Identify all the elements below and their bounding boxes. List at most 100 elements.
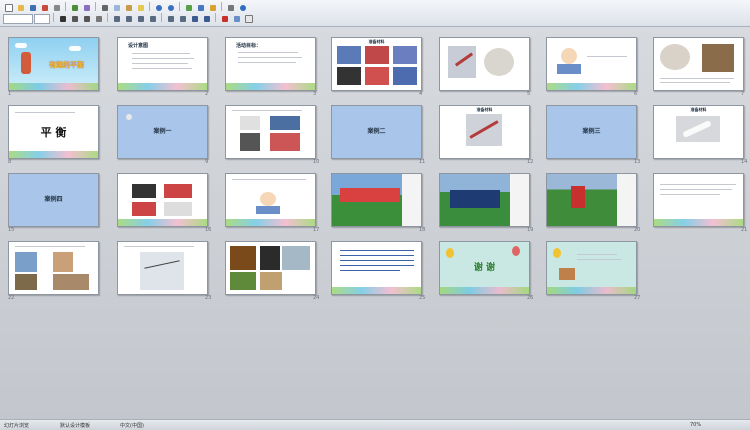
zoom-level[interactable]: 70%: [690, 422, 701, 428]
insert-picture-icon[interactable]: [207, 2, 218, 13]
slide-thumbnail[interactable]: [225, 105, 316, 159]
underline-icon[interactable]: [81, 13, 92, 24]
slide-number: 21: [741, 227, 748, 233]
new-slide-icon[interactable]: [243, 13, 254, 24]
slide-thumbnail[interactable]: 平 衡: [8, 105, 99, 159]
permission-icon[interactable]: [39, 2, 50, 13]
redo-icon[interactable]: [165, 2, 176, 13]
slide-thumbnail[interactable]: 案例二: [331, 105, 422, 159]
slide-thumbnail[interactable]: [546, 241, 637, 295]
slide-title: 准备材料: [368, 39, 385, 44]
paste-icon[interactable]: [123, 2, 134, 13]
design-icon[interactable]: [231, 13, 242, 24]
slide-number: 16: [205, 227, 212, 233]
slide-number: 18: [419, 227, 426, 233]
italic-icon[interactable]: [69, 13, 80, 24]
slide-number: 13: [634, 159, 641, 165]
help-icon[interactable]: [237, 2, 248, 13]
slide-number: 20: [634, 227, 641, 233]
slide-thumbnail[interactable]: 准备材料: [331, 37, 422, 91]
slide-title: 案例一: [153, 128, 172, 135]
slide-thumbnail[interactable]: [546, 173, 637, 227]
slide-number: 11: [419, 159, 426, 165]
decrease-font-icon[interactable]: [201, 13, 212, 24]
align-left-icon[interactable]: [111, 13, 122, 24]
slide-number: 5: [527, 91, 531, 97]
slide-title: 谢 谢: [473, 263, 496, 273]
slide-number: 12: [527, 159, 534, 165]
slide-thumbnail[interactable]: [225, 173, 316, 227]
slide-number: 24: [313, 295, 320, 301]
status-template: 默认设计模板: [60, 423, 91, 429]
slide-thumbnail[interactable]: 设计意图: [117, 37, 208, 91]
font-name-box[interactable]: [3, 14, 33, 24]
font-color-icon[interactable]: [219, 13, 230, 24]
slide-number: 9: [205, 159, 209, 165]
slide-number: 15: [8, 227, 15, 233]
new-icon[interactable]: [3, 2, 14, 13]
font-size-box[interactable]: [34, 14, 50, 24]
cut-icon[interactable]: [99, 2, 110, 13]
slide-number: 10: [313, 159, 320, 165]
slide-title: 活动目标：: [236, 43, 262, 49]
numbering-icon[interactable]: [165, 13, 176, 24]
slide-number: 1: [8, 91, 12, 97]
slide-sorter-pane: 有趣的平衡 1 设计意图 2 活动目标： 3 准备材料 4 5 6 7 平 衡 …: [0, 27, 750, 419]
slide-title: 有趣的平衡: [49, 61, 84, 69]
slide-thumbnail[interactable]: [331, 173, 422, 227]
slide-thumbnail[interactable]: [225, 241, 316, 295]
slide-number: 17: [313, 227, 320, 233]
undo-icon[interactable]: [153, 2, 164, 13]
slide-thumbnail[interactable]: 案例三: [546, 105, 637, 159]
slide-thumbnail[interactable]: 活动目标：: [225, 37, 316, 91]
align-center-icon[interactable]: [123, 13, 134, 24]
bold-icon[interactable]: [57, 13, 68, 24]
slide-thumbnail[interactable]: [117, 173, 208, 227]
spelling-icon[interactable]: [69, 2, 80, 13]
slide-thumbnail[interactable]: 案例一: [117, 105, 208, 159]
slide-thumbnail[interactable]: [439, 173, 530, 227]
insert-table-icon[interactable]: [195, 2, 206, 13]
status-view: 幻灯片浏览: [4, 423, 30, 429]
slide-thumbnail[interactable]: [117, 241, 208, 295]
increase-font-icon[interactable]: [189, 13, 200, 24]
slide-title: 案例三: [582, 128, 601, 135]
slide-number: 2: [205, 91, 209, 97]
slide-thumbnail[interactable]: [331, 241, 422, 295]
slide-thumbnail[interactable]: 案例四: [8, 173, 99, 227]
status-language: 中文(中国): [120, 423, 144, 429]
bullets-icon[interactable]: [177, 13, 188, 24]
research-icon[interactable]: [81, 2, 92, 13]
slide-thumbnail[interactable]: 准备材料: [439, 105, 530, 159]
slide-thumbnail[interactable]: [653, 173, 744, 227]
slide-number: 23: [205, 295, 212, 301]
slide-thumbnail[interactable]: [439, 37, 530, 91]
slide-number: 14: [741, 159, 748, 165]
slide-thumbnail[interactable]: 谢 谢: [439, 241, 530, 295]
slide-number: 27: [634, 295, 641, 301]
align-right-icon[interactable]: [135, 13, 146, 24]
slide-thumbnail[interactable]: 有趣的平衡: [8, 37, 99, 91]
status-bar: 幻灯片浏览 默认设计模板 中文(中国) 70%: [0, 419, 750, 430]
slide-thumbnail[interactable]: 准备材料: [653, 105, 744, 159]
slide-title: 案例四: [44, 196, 63, 203]
save-icon[interactable]: [27, 2, 38, 13]
slide-number: 6: [634, 91, 638, 97]
slide-number: 22: [8, 295, 15, 301]
shadow-icon[interactable]: [93, 13, 104, 24]
open-icon[interactable]: [15, 2, 26, 13]
slide-number: 7: [741, 91, 745, 97]
slide-thumbnail[interactable]: [653, 37, 744, 91]
slide-thumbnail[interactable]: [546, 37, 637, 91]
slide-number: 3: [313, 91, 317, 97]
slide-title: 准备材料: [476, 107, 493, 112]
justify-icon[interactable]: [147, 13, 158, 24]
format-painter-icon[interactable]: [135, 2, 146, 13]
slide-thumbnail[interactable]: [8, 241, 99, 295]
insert-chart-icon[interactable]: [183, 2, 194, 13]
zoom-icon[interactable]: [225, 2, 236, 13]
print-icon[interactable]: [51, 2, 62, 13]
slide-number: 8: [8, 159, 12, 165]
slide-number: 19: [527, 227, 534, 233]
copy-icon[interactable]: [111, 2, 122, 13]
